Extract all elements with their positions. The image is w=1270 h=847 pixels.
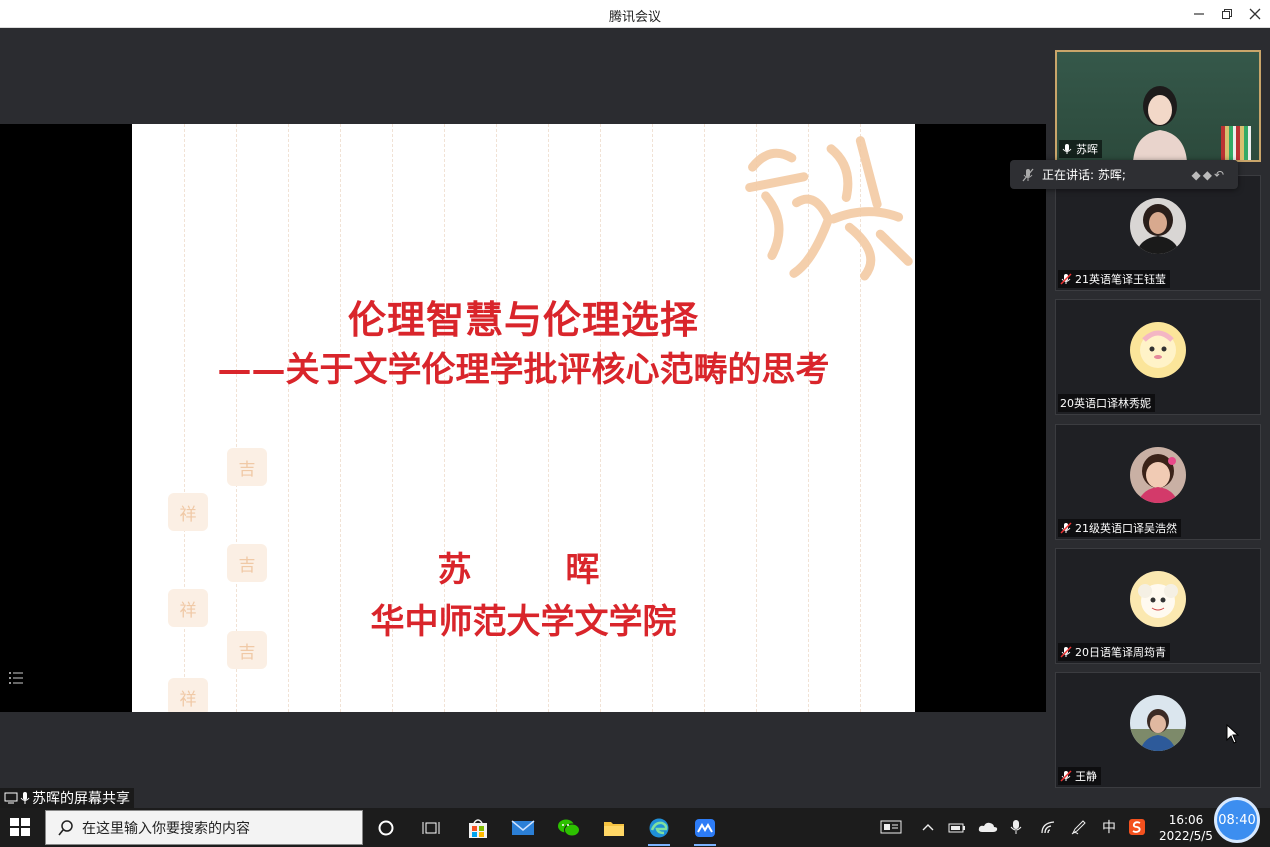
participant-name-label: 21英语笔译王钰莹 <box>1058 270 1170 288</box>
news-widget-button[interactable] <box>878 816 904 838</box>
clock-date: 2022/5/5 <box>1159 829 1213 843</box>
list-icon <box>9 672 23 684</box>
pen-button[interactable] <box>1068 816 1090 838</box>
menu-list-button[interactable] <box>8 671 28 689</box>
stamp-decoration: 祥 <box>168 493 208 531</box>
stamp-decoration: 祥 <box>168 678 208 712</box>
tencent-meeting-icon <box>695 819 715 837</box>
wifi-icon <box>1041 821 1055 834</box>
search-icon <box>58 819 73 835</box>
mail-icon <box>511 820 535 835</box>
mic-icon <box>20 792 30 804</box>
participant-tile[interactable]: 20英语口译林秀妮 <box>1055 299 1261 415</box>
microphone-tray-button[interactable] <box>1006 816 1026 838</box>
screen-share-label: 苏晖的屏幕共享 <box>0 788 134 808</box>
participant-tile[interactable]: 20日语笔译周筠青 <box>1055 548 1261 664</box>
input-method-button[interactable]: 中 <box>1098 816 1120 838</box>
mic-muted-icon <box>1060 522 1072 534</box>
cloud-icon <box>978 822 998 832</box>
avatar <box>1130 447 1186 503</box>
store-app-button[interactable] <box>463 814 493 842</box>
microsoft-store-icon <box>469 819 487 838</box>
pen-icon <box>1071 820 1086 835</box>
folder-icon <box>604 822 624 836</box>
restore-icon <box>1222 9 1232 19</box>
participant-name-label: 苏晖 <box>1059 140 1102 158</box>
avatar <box>1130 198 1186 254</box>
mic-muted-icon <box>1060 273 1072 285</box>
slide-affiliation: 华中师范大学文学院 <box>370 602 677 642</box>
search-placeholder: 在这里输入你要搜索的内容 <box>82 820 250 837</box>
task-view-button[interactable] <box>416 814 446 842</box>
show-hidden-icons-button[interactable] <box>918 816 938 838</box>
mic-icon <box>1062 144 1072 154</box>
avatar <box>1130 571 1186 627</box>
mouse-cursor-icon <box>1226 724 1240 744</box>
wechat-app-button[interactable] <box>554 814 584 842</box>
mic-muted-icon <box>1060 770 1072 782</box>
close-button[interactable] <box>1242 2 1268 26</box>
taskbar-search-box[interactable]: 在这里输入你要搜索的内容 <box>45 810 363 845</box>
taskbar-clock[interactable]: 16:06 2022/5/5 <box>1158 812 1214 844</box>
avatar <box>1130 695 1186 751</box>
avatar <box>1130 322 1186 378</box>
clock-time: 16:06 <box>1168 813 1204 827</box>
participant-tile[interactable]: 苏晖 <box>1055 50 1261 162</box>
sogou-ime-button[interactable] <box>1126 816 1148 838</box>
participant-sidebar: 苏晖 21英语笔译王钰莹 20英语口译林秀妮 21级英语口译吴浩然 20日语笔译… <box>1046 28 1270 808</box>
restore-button[interactable] <box>1214 2 1240 26</box>
battery-icon <box>948 823 965 833</box>
speaker-video <box>1133 86 1187 160</box>
minimize-button[interactable] <box>1186 2 1212 26</box>
stamp-decoration: 吉 <box>227 448 267 486</box>
windows-logo-icon <box>10 818 30 836</box>
wifi-button[interactable] <box>1038 816 1060 838</box>
title-bar: 腾讯会议 <box>0 0 1270 28</box>
calligraphy-seal-decoration <box>730 124 915 309</box>
edge-icon <box>649 818 669 838</box>
participant-name-label: 20英语口译林秀妮 <box>1058 394 1155 412</box>
slide-author: 苏 晖 <box>437 550 630 590</box>
start-button[interactable] <box>10 818 32 838</box>
wechat-icon <box>558 819 580 837</box>
edge-browser-button[interactable] <box>644 814 674 846</box>
shared-screen-area: 吉 祥 吉 祥 吉 祥 伦理智慧与伦理选择 ——关于文学伦理学批评核心范畴的思考… <box>0 28 1046 808</box>
slide-title: 伦理智慧与伦理选择 <box>347 297 699 342</box>
participant-tile[interactable]: 21英语笔译王钰莹 <box>1055 175 1261 291</box>
onedrive-button[interactable] <box>976 816 1000 838</box>
floating-timer-badge[interactable]: 08:40 <box>1214 797 1260 843</box>
close-icon <box>1249 8 1261 20</box>
mic-muted-icon <box>1060 646 1072 658</box>
slide-subtitle: ——关于文学伦理学批评核心范畴的思考 <box>217 350 830 390</box>
participant-name-label: 20日语笔译周筠青 <box>1058 643 1170 661</box>
meeting-app: 腾讯会议 吉 祥 吉 祥 吉 祥 伦理智慧与伦理选择 ——关于文学伦理学批评核心… <box>0 0 1270 847</box>
battery-button[interactable] <box>946 816 968 838</box>
screen-share-text: 苏晖的屏幕共享 <box>32 791 130 807</box>
window-title: 腾讯会议 <box>608 10 661 25</box>
screen-share-icon <box>4 792 18 804</box>
mail-app-button[interactable] <box>508 814 538 842</box>
task-view-icon <box>422 822 440 834</box>
microphone-icon <box>1010 820 1022 834</box>
speaking-text: 正在讲话: 苏晖; <box>1042 168 1126 182</box>
mic-muted-icon <box>1022 168 1034 181</box>
speaking-indicator: 正在讲话: 苏晖; ◆◆↶ <box>1010 160 1238 189</box>
participant-name-label: 王静 <box>1058 767 1101 785</box>
windows-taskbar: 在这里输入你要搜索的内容 中 16:06 2022/5/5 <box>0 808 1270 847</box>
cortana-circle-icon <box>378 820 394 836</box>
presentation-slide: 吉 祥 吉 祥 吉 祥 伦理智慧与伦理选择 ——关于文学伦理学批评核心范畴的思考… <box>132 124 915 712</box>
tencent-meeting-button[interactable] <box>690 814 720 846</box>
participant-tile[interactable]: 21级英语口译吴浩然 <box>1055 424 1261 540</box>
bookshelf-decoration <box>1221 126 1251 160</box>
cortana-button[interactable] <box>371 814 401 842</box>
news-icon <box>880 820 902 834</box>
chevron-up-icon <box>922 824 934 831</box>
speaking-arrows-icon[interactable]: ◆◆↶ <box>1191 168 1226 182</box>
participant-name-label: 21级英语口译吴浩然 <box>1058 519 1181 537</box>
file-explorer-button[interactable] <box>599 814 629 842</box>
sogou-icon <box>1129 819 1145 835</box>
minimize-icon <box>1194 13 1204 15</box>
